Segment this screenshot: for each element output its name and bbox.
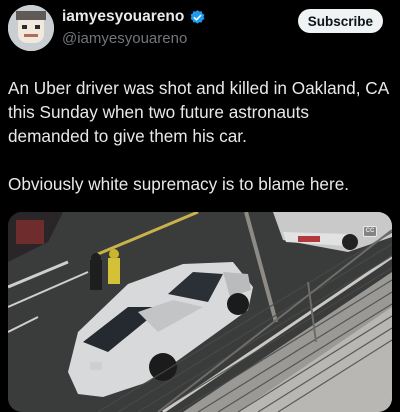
tweet-media-video[interactable]: CC xyxy=(8,212,392,412)
verified-badge-icon xyxy=(189,9,206,26)
author-handle[interactable]: @iamyesyouareno xyxy=(62,30,187,47)
tweet-paragraph: An Uber driver was shot and killed in Oa… xyxy=(8,78,389,146)
subscribe-button[interactable]: Subscribe xyxy=(297,9,383,33)
avatar[interactable] xyxy=(8,5,54,51)
author-display-name[interactable]: iamyesyouareno xyxy=(62,8,184,26)
closed-captions-icon[interactable]: CC xyxy=(363,226,377,237)
author-name-row[interactable]: iamyesyouareno xyxy=(62,8,206,26)
tweet-paragraph: Obviously white supremacy is to blame he… xyxy=(8,174,350,194)
video-thumbnail xyxy=(8,212,392,412)
tweet-text: An Uber driver was shot and killed in Oa… xyxy=(8,76,392,196)
pixel-avatar-icon xyxy=(8,5,54,51)
